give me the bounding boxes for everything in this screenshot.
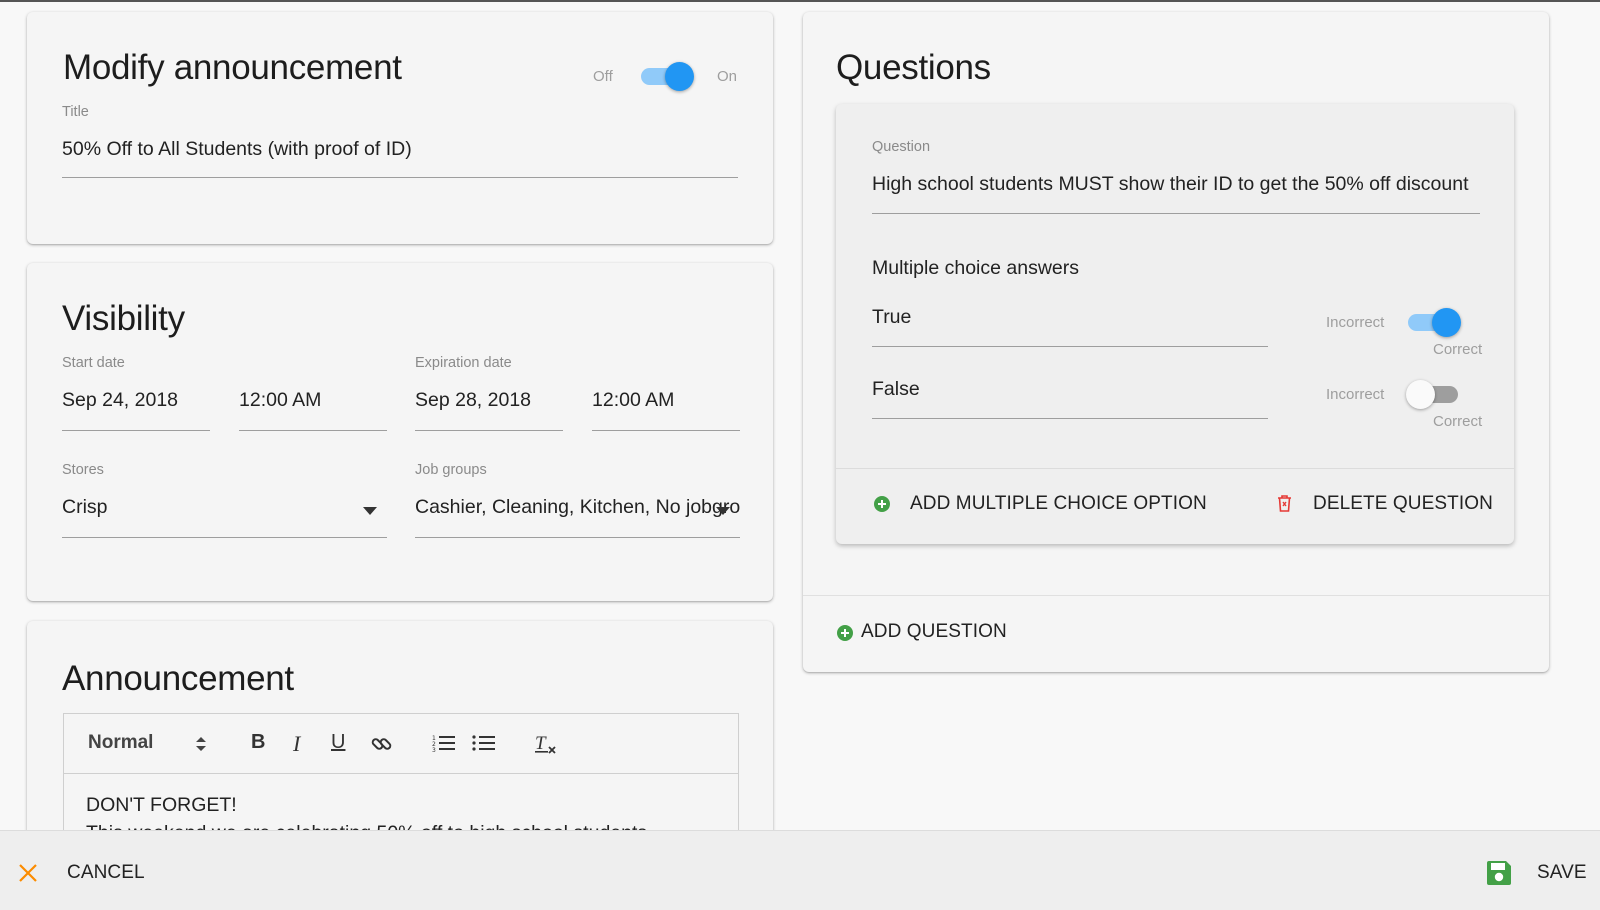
question-label: Question: [872, 139, 931, 155]
title-input-underline: [62, 177, 738, 178]
svg-text:3: 3: [432, 747, 436, 754]
link-icon[interactable]: [370, 732, 394, 756]
toggle-thumb: [665, 62, 694, 91]
announcement-heading: Announcement: [62, 659, 294, 698]
toggle-thumb: [1432, 308, 1461, 337]
cancel-button[interactable]: CANCEL: [67, 862, 145, 884]
visibility-heading: Visibility: [62, 299, 185, 338]
add-option-icon[interactable]: [874, 496, 890, 512]
top-border: [0, 0, 1600, 2]
save-button[interactable]: SAVE: [1537, 862, 1587, 884]
stores-select[interactable]: Crisp: [62, 496, 108, 519]
close-icon[interactable]: [18, 863, 38, 883]
trash-icon[interactable]: [1277, 495, 1292, 512]
title-input[interactable]: 50% Off to All Students (with proof of I…: [62, 138, 412, 161]
format-select[interactable]: Normal: [88, 732, 153, 754]
bottom-action-bar: CANCEL SAVE: [0, 830, 1600, 910]
question-actions-divider: [836, 468, 1514, 469]
answer-input-2[interactable]: False: [872, 378, 920, 401]
start-date-input[interactable]: Sep 24, 2018: [62, 389, 178, 412]
expiration-date-input[interactable]: Sep 28, 2018: [415, 389, 531, 412]
svg-text:T: T: [535, 733, 547, 754]
job-groups-label: Job groups: [415, 462, 487, 478]
answer-underline-1: [872, 346, 1268, 347]
visibility-card: Visibility Start date Sep 24, 2018 12:00…: [27, 263, 773, 601]
questions-heading: Questions: [836, 48, 991, 87]
ordered-list-icon[interactable]: 1 2 3: [432, 734, 456, 754]
add-question-icon[interactable]: [837, 625, 853, 641]
expiration-date-label: Expiration date: [415, 355, 512, 371]
italic-button[interactable]: I: [293, 731, 300, 757]
toggle-thumb: [1406, 380, 1435, 409]
add-multiple-choice-option-button[interactable]: ADD MULTIPLE CHOICE OPTION: [910, 493, 1207, 515]
questions-footer-divider: [803, 595, 1549, 596]
stores-underline: [62, 537, 387, 538]
job-groups-underline: [415, 537, 740, 538]
format-select-arrows-icon[interactable]: [195, 734, 207, 754]
answer-underline-2: [872, 418, 1268, 419]
answer-1-incorrect-label: Incorrect: [1326, 314, 1385, 331]
bold-button[interactable]: B: [251, 731, 265, 754]
start-date-label: Start date: [62, 355, 125, 371]
page-title: Modify announcement: [63, 48, 402, 87]
answers-heading: Multiple choice answers: [872, 257, 1080, 279]
answer-2-correct-toggle[interactable]: [1406, 379, 1460, 409]
answer-input-1[interactable]: True: [872, 306, 911, 329]
underline-button[interactable]: U: [331, 731, 345, 754]
start-time-input[interactable]: 12:00 AM: [239, 389, 321, 412]
save-icon[interactable]: [1486, 860, 1512, 886]
expiration-time-underline: [592, 430, 740, 431]
delete-question-button[interactable]: DELETE QUESTION: [1313, 493, 1493, 515]
announcement-details-card: Modify announcement Off On Title 50% Off…: [27, 12, 773, 244]
question-input[interactable]: High school students MUST show their ID …: [872, 173, 1469, 196]
title-field-label: Title: [62, 104, 89, 120]
question-item-card: Question High school students MUST show …: [836, 104, 1514, 544]
bullet-list-icon[interactable]: [472, 734, 496, 754]
toggle-off-label: Off: [593, 68, 613, 85]
answer-2-incorrect-label: Incorrect: [1326, 386, 1385, 403]
start-time-underline: [239, 430, 387, 431]
expiration-date-underline: [415, 430, 563, 431]
add-question-button[interactable]: ADD QUESTION: [861, 621, 1007, 643]
stores-label: Stores: [62, 462, 104, 478]
expiration-time-input[interactable]: 12:00 AM: [592, 389, 674, 412]
answer-1-correct-toggle[interactable]: [1406, 307, 1461, 337]
toggle-on-label: On: [717, 68, 738, 85]
active-toggle[interactable]: [639, 61, 694, 91]
job-groups-select-wrap[interactable]: Cashier, Cleaning, Kitchen, No jobgrou: [415, 496, 740, 526]
stores-dropdown-icon[interactable]: [363, 507, 377, 515]
answer-2-correct-label: Correct: [1433, 413, 1483, 430]
job-groups-dropdown-icon[interactable]: [716, 507, 730, 515]
start-date-underline: [62, 430, 210, 431]
clear-formatting-icon[interactable]: T: [534, 732, 558, 756]
editor-content-line-1: DON'T FORGET!: [86, 794, 237, 816]
job-groups-select[interactable]: Cashier, Cleaning, Kitchen, No jobgrou: [415, 496, 740, 519]
question-input-underline: [872, 213, 1480, 214]
answer-1-correct-label: Correct: [1433, 341, 1483, 358]
